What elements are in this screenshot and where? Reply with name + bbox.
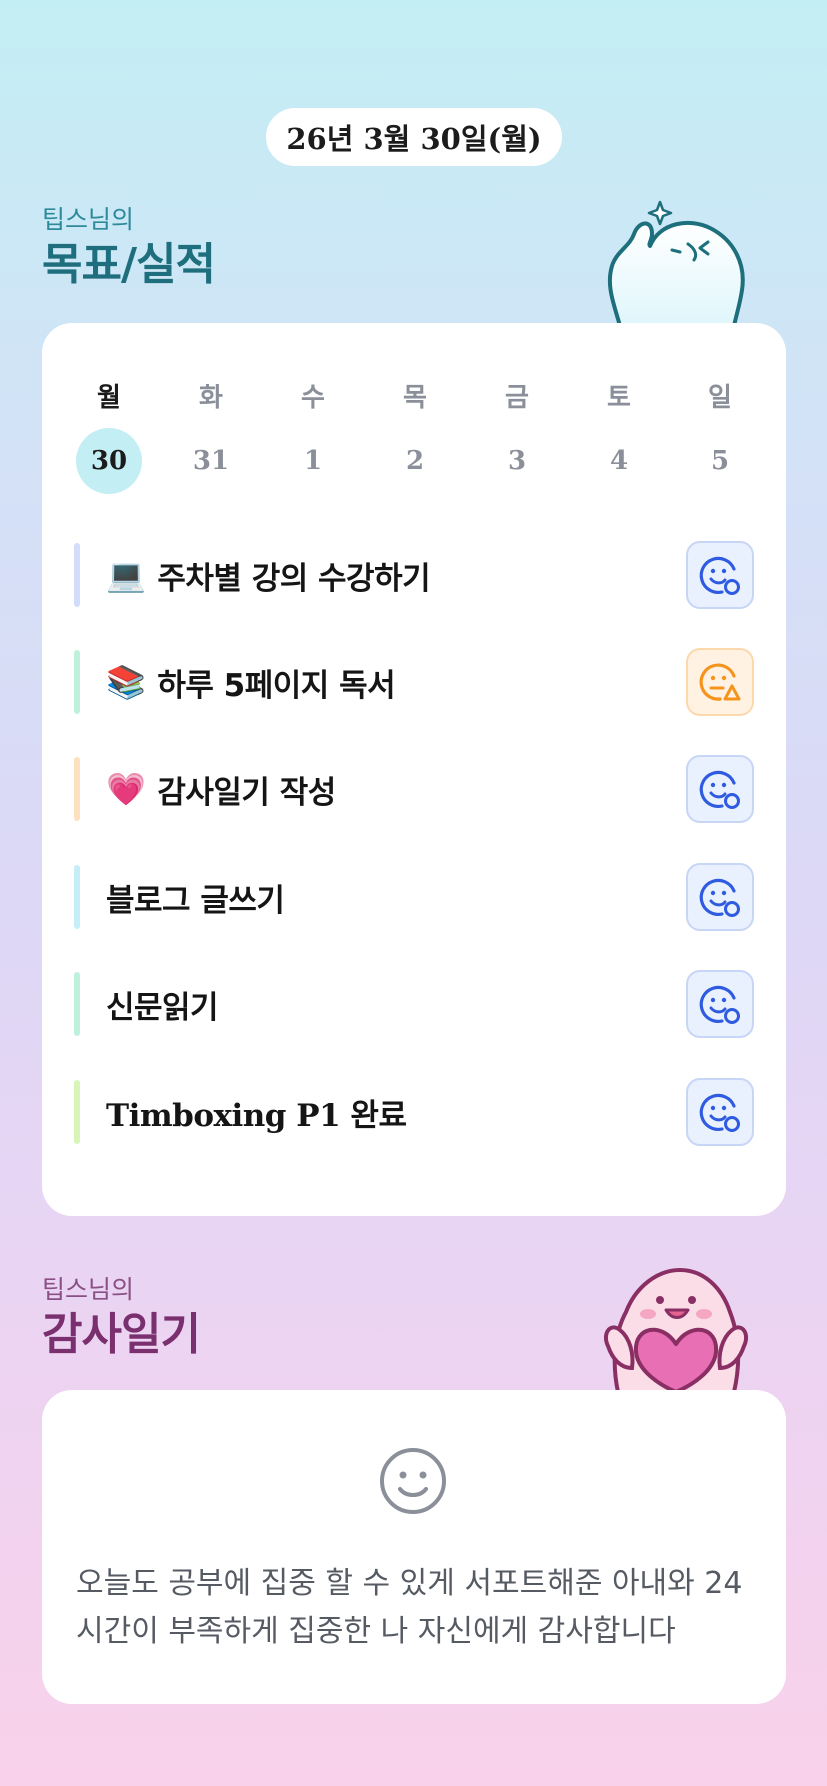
smile-face-icon bbox=[380, 1448, 446, 1514]
goal-item[interactable]: 💻 주차별 강의 수강하기 bbox=[74, 541, 754, 609]
goal-item[interactable]: 💗 감사일기 작성 bbox=[74, 755, 754, 823]
smile-clock-icon bbox=[699, 770, 740, 809]
smile-clock-icon bbox=[699, 556, 740, 595]
goal-label: 주차별 강의 수강하기 bbox=[157, 560, 431, 597]
date-cell[interactable]: 4 bbox=[585, 431, 653, 491]
goal-color-bar bbox=[74, 757, 80, 821]
books-icon: 📚 bbox=[106, 663, 146, 701]
laptop-icon: 💻 bbox=[106, 556, 146, 594]
goal-color-bar bbox=[74, 1080, 80, 1144]
weekday-label: 수 bbox=[301, 382, 325, 413]
goal-label: 신문읽기 bbox=[106, 989, 219, 1026]
goal-label: 블로그 글쓰기 bbox=[106, 882, 285, 919]
date-row: 30 31 1 2 3 4 5 bbox=[42, 428, 786, 494]
ghost-mascot-icon bbox=[607, 200, 745, 326]
date-cell[interactable]: 31 bbox=[177, 431, 245, 491]
goal-label: Timboxing P1 완료 bbox=[106, 1097, 407, 1134]
date-cell-selected[interactable]: 30 bbox=[76, 428, 142, 494]
date-selector[interactable]: 26년 3월 30일(월) bbox=[266, 108, 562, 166]
goal-item[interactable]: Timboxing P1 완료 bbox=[74, 1078, 754, 1146]
goal-status-button[interactable] bbox=[686, 755, 754, 823]
goal-label: 하루 5페이지 독서 bbox=[157, 667, 396, 704]
goal-status-button[interactable] bbox=[686, 1078, 754, 1146]
weekday-label: 월 bbox=[97, 382, 121, 413]
weekday-label: 일 bbox=[708, 382, 732, 413]
smile-clock-icon bbox=[699, 878, 740, 917]
heart-icon: 💗 bbox=[106, 770, 146, 808]
weekday-label: 금 bbox=[505, 382, 529, 413]
goal-color-bar bbox=[74, 543, 80, 607]
goal-status-button[interactable] bbox=[686, 541, 754, 609]
date-cell[interactable]: 2 bbox=[381, 431, 449, 491]
date-cell[interactable]: 5 bbox=[686, 431, 754, 491]
goal-item[interactable]: 신문읽기 bbox=[74, 970, 754, 1038]
goal-status-button[interactable] bbox=[686, 648, 754, 716]
goal-color-bar bbox=[74, 972, 80, 1036]
date-cell[interactable]: 3 bbox=[483, 431, 551, 491]
goal-label: 감사일기 작성 bbox=[157, 774, 336, 811]
goal-status-button[interactable] bbox=[686, 863, 754, 931]
date-cell[interactable]: 1 bbox=[279, 431, 347, 491]
weekday-label: 토 bbox=[607, 382, 631, 413]
weekday-label: 목 bbox=[403, 382, 427, 413]
gratitude-card[interactable]: 오늘도 공부에 집중 할 수 있게 서포트해준 아내와 24 시간이 부족하게 … bbox=[42, 1390, 786, 1704]
smile-clock-icon bbox=[699, 985, 740, 1024]
goal-color-bar bbox=[74, 865, 80, 929]
gratitude-title: 감사일기 bbox=[42, 1309, 201, 1360]
goal-item[interactable]: 블로그 글쓰기 bbox=[74, 863, 754, 931]
smile-clock-icon bbox=[699, 1093, 740, 1132]
goal-color-bar bbox=[74, 650, 80, 714]
weekday-row: 월 화 수 목 금 토 일 bbox=[42, 365, 786, 425]
goal-item[interactable]: 📚 하루 5페이지 독서 bbox=[74, 648, 754, 716]
date-label: 26년 3월 30일(월) bbox=[286, 122, 542, 156]
goals-card: 월 화 수 목 금 토 일 30 31 1 2 3 4 5 💻 주차별 강의 수… bbox=[42, 323, 786, 1216]
goal-status-button[interactable] bbox=[686, 970, 754, 1038]
sad-warning-icon bbox=[699, 663, 741, 701]
weekday-label: 화 bbox=[199, 382, 223, 413]
heart-mascot-icon bbox=[603, 1267, 749, 1392]
gratitude-text: 오늘도 공부에 집중 할 수 있게 서포트해준 아내와 24 시간이 부족하게 … bbox=[76, 1566, 743, 1649]
goals-title: 목표/실적 bbox=[42, 239, 216, 290]
